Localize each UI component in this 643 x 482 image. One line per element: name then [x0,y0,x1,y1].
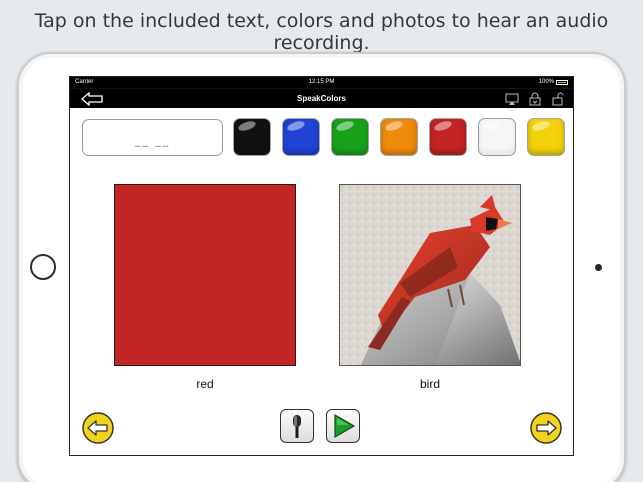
word-text-box[interactable]: __ __ [82,119,223,156]
swatch-white[interactable] [479,119,515,155]
status-bar: Carrier 12:15 PM 100% [70,77,573,88]
swatch-red[interactable] [430,119,466,155]
battery-percent: 100% [538,79,554,85]
swatch-yellow[interactable] [528,119,564,155]
swatch-green[interactable] [332,119,368,155]
nav-bar: SpeakColors [70,88,573,108]
play-icon [334,413,356,439]
color-label: red [196,377,214,391]
color-panel[interactable] [114,184,296,366]
camera-dot [595,264,602,271]
record-button[interactable] [280,409,314,443]
battery-icon [556,79,568,85]
microphone-icon [293,415,301,438]
caption: Tap on the included text, colors and pho… [34,10,609,54]
swatch-orange[interactable] [381,119,417,155]
app-screen: Carrier 12:15 PM 100% SpeakColors __ __ … [69,76,574,456]
airplay-icon[interactable] [505,92,519,106]
photo-panel[interactable] [339,184,521,366]
status-battery: 100% [539,79,568,85]
cardinal-photo [340,185,520,365]
play-button[interactable] [326,409,360,443]
nav-actions [505,92,565,106]
left-arrow-circle-icon[interactable] [82,412,114,444]
photo-label: bird [419,377,440,391]
color-swatches [234,119,564,155]
nav-title: SpeakColors [297,94,346,103]
swatch-blue[interactable] [283,119,319,155]
share-lock-icon[interactable] [528,92,542,106]
unlock-icon[interactable] [551,92,565,106]
swatch-black[interactable] [234,119,270,155]
home-button[interactable] [30,254,56,280]
right-arrow-circle-icon[interactable] [530,412,562,444]
status-time: 12:15 PM [308,79,335,85]
